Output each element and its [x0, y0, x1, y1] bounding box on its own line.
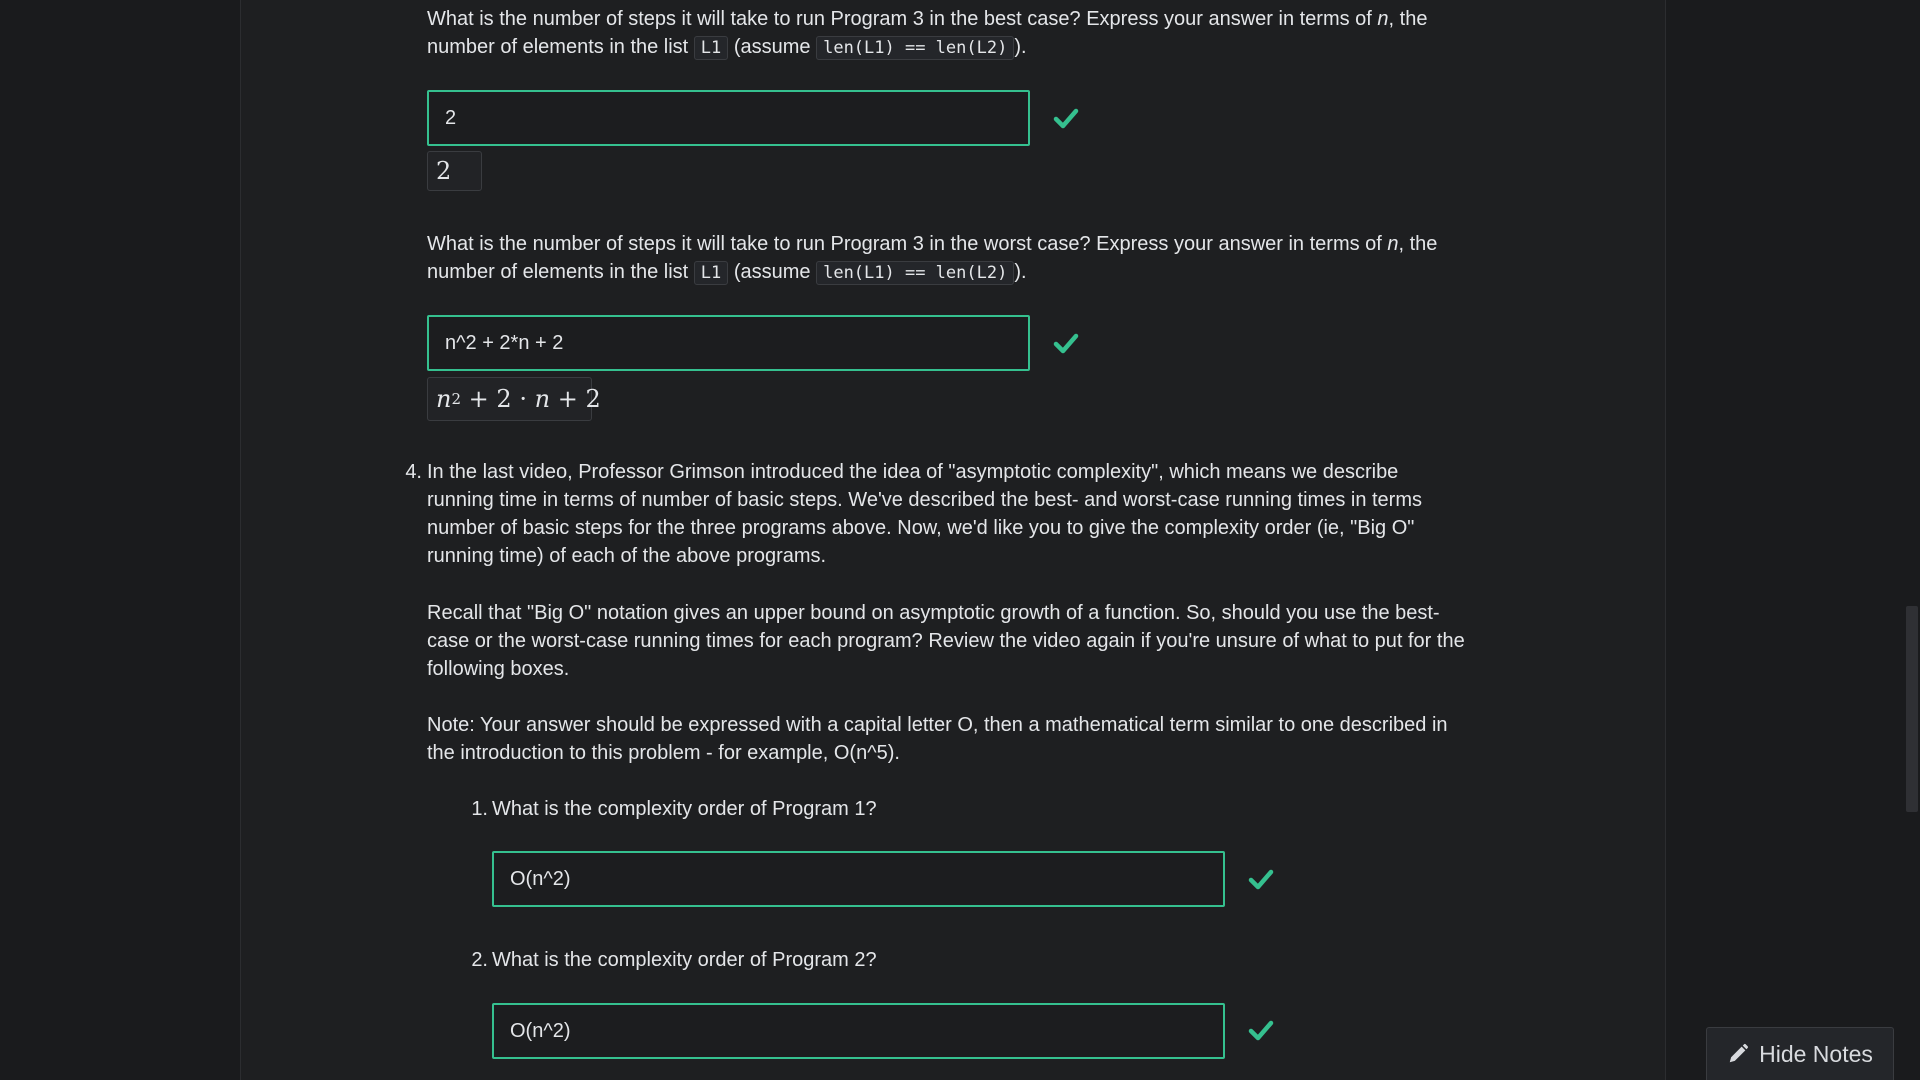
code-l1: L1 [693, 36, 729, 60]
scrollbar-thumb[interactable] [1906, 606, 1918, 812]
code-l1: L1 [693, 261, 729, 285]
math-preview: 2 [427, 151, 482, 191]
q4-note: Note: Your answer should be expressed wi… [427, 714, 1448, 764]
hide-notes-label: Hide Notes [1759, 1040, 1873, 1067]
q3-best-question: What is the number of steps it will take… [427, 8, 1428, 60]
program-1-complexity-input[interactable] [492, 851, 1225, 907]
q3-worst-answer-input[interactable] [427, 315, 1030, 371]
code-len: len(L1) == len(L2) [816, 261, 1015, 285]
list-number: 4. [405, 461, 422, 483]
q3-best-answer-input[interactable] [427, 90, 1030, 146]
subquestion-1-text: What is the complexity order of Program … [492, 798, 877, 820]
checkmark-icon [1053, 108, 1079, 129]
checkmark-icon [1248, 1020, 1274, 1041]
subquestion-2-text: What is the complexity order of Program … [492, 949, 877, 971]
q4-paragraph-2: Recall that "Big O" notation gives an up… [427, 602, 1465, 680]
program-2-complexity-input[interactable] [492, 1003, 1225, 1059]
code-len: len(L1) == len(L2) [816, 36, 1015, 60]
hide-notes-button[interactable]: Hide Notes [1706, 1027, 1894, 1080]
checkmark-icon [1053, 333, 1079, 354]
q3-worst-question: What is the number of steps it will take… [427, 233, 1438, 285]
checkmark-icon [1248, 869, 1274, 890]
list-number: 1. [471, 798, 488, 820]
q4-paragraph-1: In the last video, Professor Grimson int… [427, 461, 1422, 567]
scrollbar-track[interactable] [1904, 0, 1920, 1080]
math-preview: n2 + 2 · n + 2 [427, 377, 601, 421]
list-number: 2. [471, 949, 488, 971]
pencil-icon [1729, 1043, 1749, 1063]
